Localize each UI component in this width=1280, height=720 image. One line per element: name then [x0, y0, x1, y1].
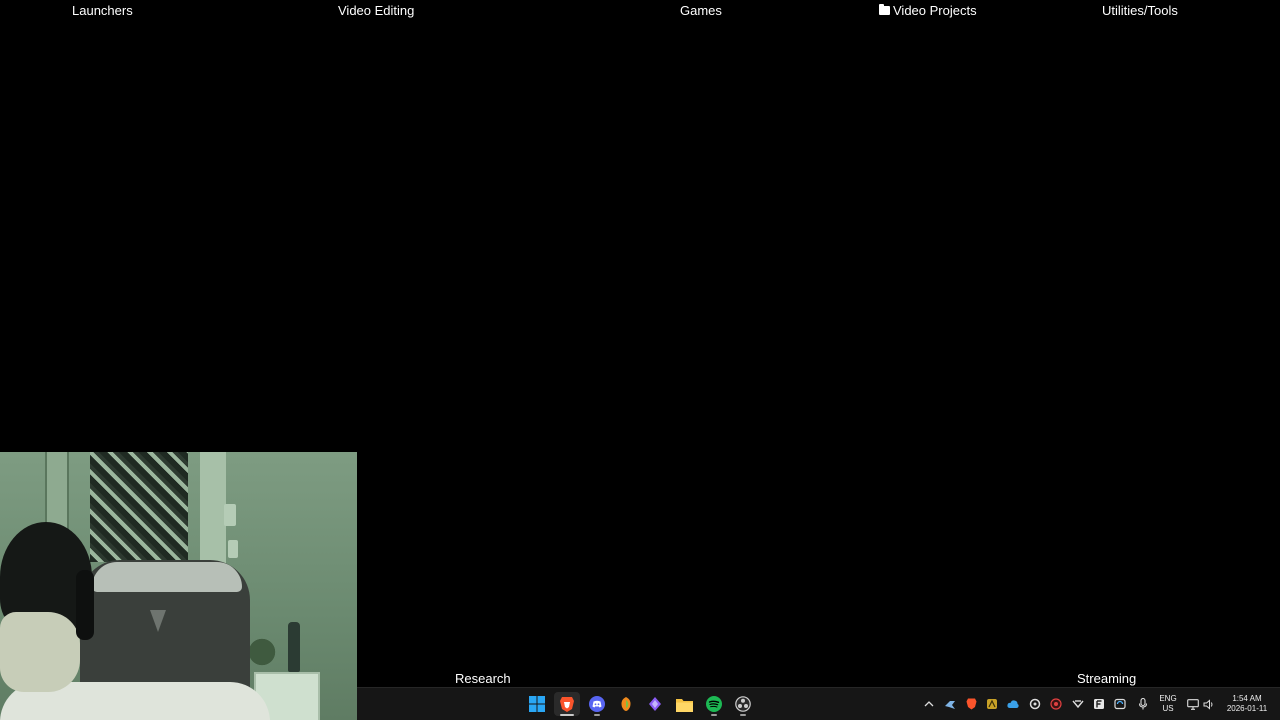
network-icon[interactable]: [1187, 698, 1199, 710]
sync-tray-icon[interactable]: [1114, 698, 1126, 710]
desktop: Launchers Video Editing Games Video Proj…: [0, 0, 1280, 720]
microphone-icon[interactable]: [1137, 698, 1149, 710]
webcam-person-face: [0, 612, 80, 692]
brave-tray-icon[interactable]: [965, 698, 977, 710]
desktop-group-launchers[interactable]: Launchers: [72, 3, 133, 18]
fl-studio-icon: [621, 697, 631, 711]
obs-icon: [735, 696, 751, 712]
webcam-chair-emblem: [150, 610, 166, 632]
webcam-headphones: [76, 570, 94, 640]
running-indicator: [740, 714, 746, 716]
clock-time: 1:54 AM: [1232, 694, 1262, 703]
desktop-group-utilities-tools[interactable]: Utilities/Tools: [1102, 3, 1178, 18]
taskbar-app-spotify[interactable]: [701, 692, 727, 716]
folder-icon: [879, 4, 890, 15]
desktop-group-games[interactable]: Games: [680, 3, 722, 18]
windows-icon: [529, 696, 545, 712]
desktop-group-video-projects[interactable]: Video Projects: [879, 3, 977, 18]
red-record-tray-icon[interactable]: [1050, 698, 1062, 710]
running-indicator: [560, 714, 574, 716]
desktop-group-label: Utilities/Tools: [1102, 3, 1178, 18]
taskbar-app-discord[interactable]: [584, 692, 610, 716]
elgato-tray-icon[interactable]: [1072, 698, 1084, 710]
steelseries-tray-icon[interactable]: [1029, 698, 1041, 710]
desktop-group-label: Games: [680, 3, 722, 18]
clock-date: 2026-01-11: [1226, 704, 1268, 713]
desktop-group-video-editing[interactable]: Video Editing: [338, 3, 414, 18]
desktop-group-streaming[interactable]: Streaming: [1077, 671, 1136, 686]
taskbar-app-brave[interactable]: [554, 692, 580, 716]
language-indicator[interactable]: ENG US: [1157, 694, 1179, 714]
desktop-group-research[interactable]: Research: [455, 671, 511, 686]
running-indicator: [594, 714, 600, 716]
running-indicator: [711, 714, 717, 716]
taskbar-app-obs[interactable]: [730, 692, 756, 716]
taskbar-app-file-explorer[interactable]: [671, 692, 697, 716]
language-code: ENG: [1159, 694, 1177, 703]
desktop-group-label: Research: [455, 671, 511, 686]
cloud-tray-icon[interactable]: [1007, 698, 1019, 710]
taskbar-app-purple[interactable]: [642, 692, 668, 716]
webcam-overlay: [0, 452, 357, 720]
volume-icon[interactable]: [1203, 698, 1215, 710]
purple-app-icon: [649, 697, 661, 711]
f-app-tray-icon[interactable]: [1093, 698, 1105, 710]
webcam-poster: [90, 452, 188, 562]
desktop-group-label: Video Editing: [338, 3, 415, 18]
steam-tray-icon[interactable]: [944, 698, 956, 710]
start-button[interactable]: [524, 692, 550, 716]
desktop-group-label: Streaming: [1077, 671, 1137, 686]
discord-icon: [589, 696, 605, 712]
webcam-outlet: [228, 540, 238, 558]
show-hidden-icons-chevron-icon[interactable]: [923, 698, 935, 710]
desktop-group-label: Launchers: [72, 3, 133, 18]
webcam-chair-top: [92, 562, 242, 592]
webcam-bottle: [288, 622, 300, 672]
webcam-light-switch: [224, 504, 236, 526]
clock[interactable]: 1:54 AM 2026-01-11: [1224, 694, 1270, 714]
folder-icon: [675, 698, 693, 712]
taskbar-app-fl-studio[interactable]: [613, 692, 639, 716]
brave-icon: [560, 696, 574, 712]
spotify-icon: [706, 696, 722, 712]
desktop-group-label: Video Projects: [893, 3, 977, 18]
keyboard-layout: US: [1162, 704, 1174, 713]
yellow-tray-icon[interactable]: [986, 698, 998, 710]
